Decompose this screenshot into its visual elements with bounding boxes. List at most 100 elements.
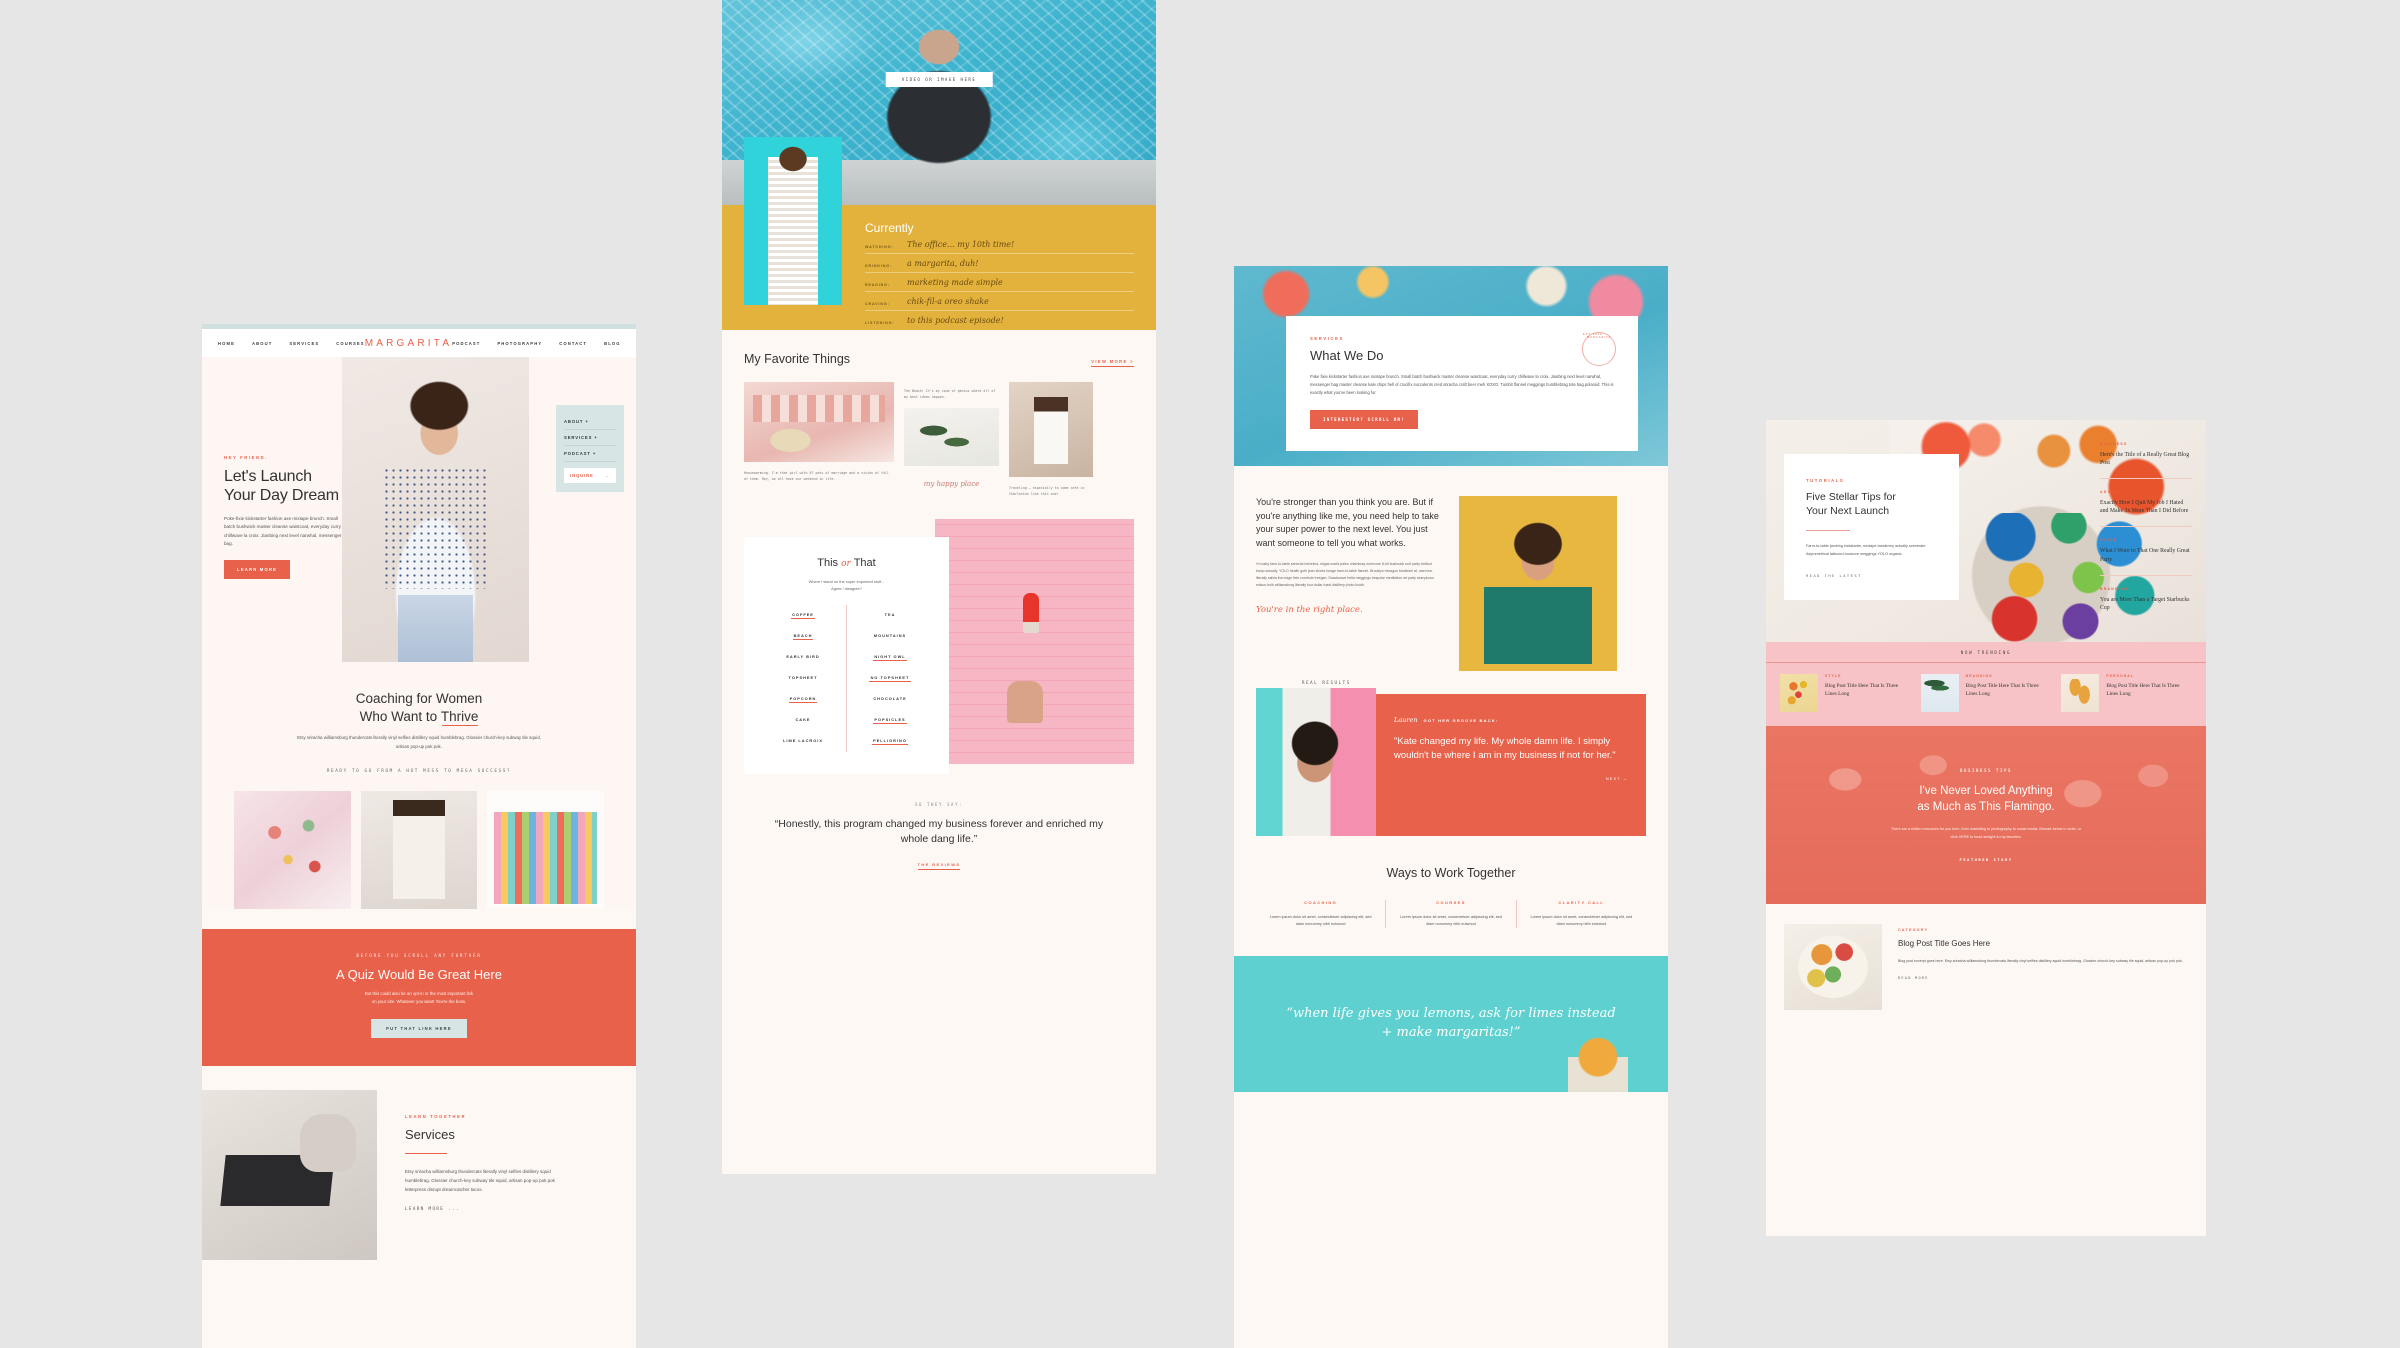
video-or-image-badge[interactable]: VIDEO OR IMAGE HERE bbox=[885, 72, 993, 87]
pair-3-right[interactable]: NO TOPSHEET bbox=[847, 668, 933, 689]
featured-post-card[interactable]: TUTORIALS Five Stellar Tips for Your Nex… bbox=[1784, 454, 1959, 601]
real-results-body: Lauren GOT HER GROOVE BACK: "Kate changed… bbox=[1256, 688, 1646, 836]
pair-1-right[interactable]: MOUNTAINS bbox=[847, 626, 933, 647]
hero-title: Let's Launch Your Day Dream bbox=[224, 468, 342, 506]
quiz-title: A Quiz Would Be Great Here bbox=[336, 966, 502, 982]
what-we-do-cta-button[interactable]: INTERESTED? SCROLL ON! bbox=[1310, 409, 1418, 429]
testimonial-section: SO THEY SAY: “Honestly, this program cha… bbox=[722, 774, 1156, 900]
nav-item-contact[interactable]: CONTACT bbox=[559, 341, 587, 346]
services-eyebrow: LEARN TOGETHER bbox=[405, 1114, 467, 1120]
pair-3-left[interactable]: TOPSHEET bbox=[760, 668, 846, 689]
trending-post-1-title: Blog Post Title Here That Is Three Lines… bbox=[1825, 683, 1899, 697]
pair-0-left[interactable]: COFFEE bbox=[760, 605, 846, 626]
inquire-button[interactable]: INQUIRE → bbox=[564, 468, 616, 483]
coaching-title-line2: Who Want to Thrive bbox=[202, 708, 636, 726]
trending-thumb-3 bbox=[2061, 674, 2100, 712]
trending-thumb-2 bbox=[1920, 674, 1959, 712]
pair-4-left[interactable]: POPCORN bbox=[760, 689, 846, 710]
teal-script-quote: “when life gives you lemons, ask for lim… bbox=[1286, 1006, 1616, 1041]
stronger-text-block: You're stronger than you think you are. … bbox=[1256, 496, 1441, 671]
pair-4-right[interactable]: CHOCOLATE bbox=[847, 689, 933, 710]
pair-1-left[interactable]: BEACH bbox=[760, 626, 846, 647]
ways-column-clarity-call[interactable]: CLARITY CALL Lorem ipsum dolor sit amet,… bbox=[1515, 900, 1646, 929]
sidebar-post-3[interactable]: STYLE What I Wore to That One Really Gre… bbox=[2100, 538, 2192, 576]
currently-label-craving: CRAVING: bbox=[865, 302, 890, 306]
ways-column-coaching[interactable]: COACHING Lorem ipsum dolor sit amet, con… bbox=[1256, 900, 1385, 928]
this-or-that-sub-line2: Agree / disagree? bbox=[831, 586, 862, 592]
featured-title: Five Stellar Tips for Your Next Launch bbox=[1806, 491, 1937, 518]
latest-post-title: Blog Post Title Goes Here bbox=[1898, 939, 1991, 948]
pair-5-right[interactable]: POPSICLES bbox=[847, 710, 933, 731]
sidebar-post-2[interactable]: ADVICE Exactly How I Quit My Job I Hated… bbox=[2100, 490, 2192, 528]
trending-post-2[interactable]: BRANDING Blog Post Title Here That Is Th… bbox=[1920, 674, 2052, 712]
ways-clarity-title: CLARITY CALL bbox=[1558, 900, 1605, 905]
testimonial-next-button[interactable]: NEXT → bbox=[1394, 777, 1628, 781]
currently-row-reading: READING: marketing made simple bbox=[865, 273, 1134, 292]
circular-stamp-badge: MARGARITA EST 2020 bbox=[1582, 332, 1616, 366]
pair-0-right[interactable]: TEA bbox=[847, 605, 933, 626]
site-logo[interactable]: MARGARITA bbox=[365, 338, 453, 349]
flamingo-featured-story-link[interactable]: FEATURED STORY bbox=[1959, 857, 2012, 862]
sidebar-post-2-title: Exactly How I Quit My Job I Hated and Ma… bbox=[2100, 500, 2189, 515]
hero-body: Poke-fixie kickstarter fashion axe mixta… bbox=[224, 515, 342, 547]
trending-post-1-category: STYLE bbox=[1825, 674, 1842, 678]
quiz-cta-button[interactable]: PUT THAT LINK HERE bbox=[371, 1019, 467, 1039]
stronger-script-text: You're in the right place. bbox=[1256, 605, 1363, 615]
ways-courses-title: COURSES bbox=[1436, 900, 1466, 905]
side-menu-podcast[interactable]: PODCAST + bbox=[564, 446, 616, 462]
nav-item-blog[interactable]: BLOG bbox=[604, 341, 621, 346]
ways-to-work-columns: COACHING Lorem ipsum dolor sit amet, con… bbox=[1256, 900, 1646, 929]
latest-post-item[interactable]: CATEGORY Blog Post Title Goes Here Blog … bbox=[1766, 904, 2206, 1032]
sidebar-post-4[interactable]: BRANDING You are More Than a Target Star… bbox=[2100, 587, 2192, 623]
nav-item-services[interactable]: SERVICES bbox=[289, 341, 319, 346]
pair-6-left[interactable]: LIME LACROIX bbox=[760, 731, 846, 752]
nav-item-home[interactable]: HOME bbox=[218, 341, 235, 346]
trending-post-1[interactable]: STYLE Blog Post Title Here That Is Three… bbox=[1780, 674, 1911, 712]
flamingo-feature-banner: BUSINESS TIPS I've Never Loved Anything … bbox=[1766, 726, 2206, 904]
services-learn-more-link[interactable]: LEARN MORE ... bbox=[405, 1206, 555, 1211]
latest-post-text: CATEGORY Blog Post Title Goes Here Blog … bbox=[1898, 924, 2188, 1010]
this-or-that-left-column: COFFEE BEACH EARLY BIRD TOPSHEET POPCORN… bbox=[760, 605, 847, 753]
latest-post-body: Blog post excerpt goes here. Etsy srirac… bbox=[1898, 959, 2183, 963]
side-menu-services[interactable]: SERVICES + bbox=[564, 430, 616, 446]
title-this: This bbox=[817, 557, 839, 570]
pair-6-right[interactable]: PELLIGRINO bbox=[847, 731, 933, 752]
pair-2-right[interactable]: NIGHT OWL bbox=[847, 647, 933, 668]
currently-title: Currently bbox=[865, 221, 914, 235]
nav-item-about[interactable]: ABOUT bbox=[252, 341, 272, 346]
coaching-body: Etsy sriracha williamsburg thundercats l… bbox=[297, 735, 541, 749]
testimonial-attribution: Lauren GOT HER GROOVE BACK: bbox=[1394, 716, 1628, 724]
side-menu-about[interactable]: ABOUT + bbox=[564, 414, 616, 430]
hero-text-block: HEY FRIEND. Let's Launch Your Day Dream … bbox=[224, 455, 342, 579]
what-we-do-card: MARGARITA EST 2020 SERVICES What We Do P… bbox=[1286, 316, 1638, 451]
featured-read-link[interactable]: READ THE LATEST bbox=[1806, 574, 1937, 578]
favorites-title: My Favorite Things bbox=[744, 352, 851, 366]
hero-photo bbox=[342, 357, 529, 662]
flamingo-body: There are a million resources for you he… bbox=[1891, 827, 2081, 839]
this-or-that-title: This or That bbox=[760, 557, 933, 569]
favorites-image-palm bbox=[904, 408, 999, 467]
latest-post-read-more-link[interactable]: READ MORE bbox=[1898, 976, 2188, 980]
pair-5-left[interactable]: CAKE bbox=[760, 710, 846, 731]
featured-category: TUTORIALS bbox=[1806, 478, 1845, 483]
ways-column-courses[interactable]: COURSES Lorem ipsum dolor sit amet, cons… bbox=[1385, 900, 1515, 929]
flamingo-title-line2: as Much as This Flamingo. bbox=[1917, 800, 2055, 813]
pink-brick-photo bbox=[935, 519, 1134, 765]
coaching-title-line2-pre: Who Want to bbox=[359, 708, 441, 724]
title-or: or bbox=[841, 559, 851, 570]
featured-post-section: TUTORIALS Five Stellar Tips for Your Nex… bbox=[1766, 420, 2206, 642]
nav-item-photography[interactable]: PHOTOGRAPHY bbox=[497, 341, 542, 346]
pair-2-left[interactable]: EARLY BIRD bbox=[760, 647, 846, 668]
gallery-image-streamers bbox=[487, 790, 605, 909]
currently-label-reading: READING: bbox=[865, 283, 890, 287]
testimonial-reviews-link[interactable]: THE REVIEWS bbox=[917, 862, 961, 870]
trending-post-3[interactable]: PERSONAL Blog Post Title Here That Is Th… bbox=[2061, 674, 2192, 712]
favorites-view-more-link[interactable]: VIEW MORE > bbox=[1091, 359, 1134, 367]
sidebar-post-1[interactable]: BUSINESS Here's the Title of a Really Gr… bbox=[2100, 442, 2192, 480]
nav-links-left: HOME ABOUT SERVICES COURSES bbox=[218, 341, 365, 346]
nav-item-podcast[interactable]: PODCAST bbox=[452, 341, 480, 346]
nav-item-courses[interactable]: COURSES bbox=[336, 341, 364, 346]
currently-section: Currently WATCHING: The office... my 10t… bbox=[722, 137, 1156, 330]
hero-learn-more-button[interactable]: LEARN MORE bbox=[224, 559, 291, 579]
stamp-bottom-text: EST 2020 bbox=[1583, 333, 1603, 336]
